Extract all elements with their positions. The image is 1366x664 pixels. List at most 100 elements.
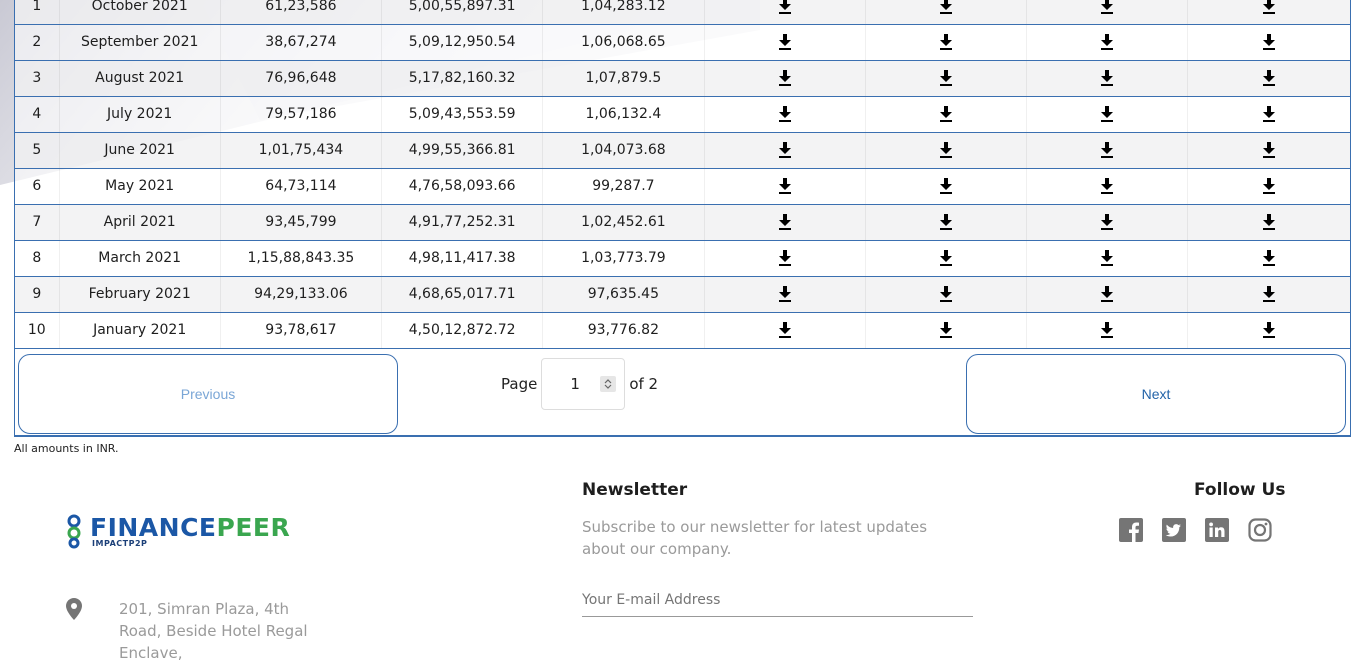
- amount-cell-2: 4,76,58,093.66: [381, 168, 544, 205]
- download-icon[interactable]: [1100, 70, 1114, 86]
- download-icon[interactable]: [778, 322, 792, 338]
- download-icon[interactable]: [1262, 106, 1276, 122]
- download-icon[interactable]: [939, 142, 953, 158]
- company-address: 201, Simran Plaza, 4th Road, Beside Hote…: [119, 600, 308, 662]
- download-cell: [1187, 312, 1350, 349]
- download-icon[interactable]: [1262, 286, 1276, 302]
- download-cell: [1187, 0, 1350, 25]
- table-row: 7 April 2021 93,45,799 4,91,77,252.31 1,02,4…: [15, 204, 1350, 241]
- month-cell: August 2021: [59, 60, 221, 97]
- download-icon[interactable]: [1100, 322, 1114, 338]
- download-icon[interactable]: [1262, 214, 1276, 230]
- amount-cell-1: 79,57,186: [220, 96, 383, 133]
- download-icon[interactable]: [1262, 34, 1276, 50]
- table-row: 10 January 2021 93,78,617 4,50,12,872.72 93,…: [15, 312, 1350, 349]
- newsletter-email-input[interactable]: [582, 584, 973, 617]
- download-icon[interactable]: [778, 0, 792, 14]
- download-icon[interactable]: [1262, 142, 1276, 158]
- download-icon[interactable]: [778, 34, 792, 50]
- amount-cell-3: 1,04,073.68: [542, 132, 705, 169]
- download-icon[interactable]: [1100, 142, 1114, 158]
- download-cell: [865, 276, 1027, 313]
- download-cell: [1187, 96, 1350, 133]
- download-icon[interactable]: [1262, 70, 1276, 86]
- download-icon[interactable]: [778, 250, 792, 266]
- download-icon[interactable]: [778, 178, 792, 194]
- download-icon[interactable]: [1100, 34, 1114, 50]
- amount-cell-2: 4,50,12,872.72: [381, 312, 544, 349]
- download-icon[interactable]: [939, 0, 953, 14]
- download-icon[interactable]: [1262, 0, 1276, 14]
- download-cell: [865, 60, 1027, 97]
- download-cell: [865, 312, 1027, 349]
- row-number: 2: [15, 24, 60, 61]
- month-cell: June 2021: [59, 132, 221, 169]
- download-icon[interactable]: [939, 214, 953, 230]
- month-cell: April 2021: [59, 204, 221, 241]
- amount-cell-1: 93,78,617: [220, 312, 383, 349]
- download-icon[interactable]: [939, 34, 953, 50]
- download-icon[interactable]: [939, 250, 953, 266]
- download-icon[interactable]: [1262, 178, 1276, 194]
- next-button[interactable]: Next: [966, 353, 1346, 434]
- download-icon[interactable]: [1100, 250, 1114, 266]
- financepeer-logo-icon: [67, 514, 81, 549]
- download-cell: [704, 312, 866, 349]
- download-icon[interactable]: [1262, 250, 1276, 266]
- download-cell: [1026, 312, 1189, 349]
- twitter-icon[interactable]: [1162, 518, 1186, 542]
- download-icon[interactable]: [1100, 286, 1114, 302]
- download-icon[interactable]: [778, 214, 792, 230]
- download-icon[interactable]: [778, 286, 792, 302]
- download-cell: [704, 168, 866, 205]
- download-icon[interactable]: [939, 70, 953, 86]
- table-row: 1 October 2021 61,23,586 5,00,55,897.31 1,04…: [15, 0, 1350, 25]
- instagram-icon[interactable]: [1248, 518, 1272, 542]
- download-icon[interactable]: [939, 178, 953, 194]
- row-number: 4: [15, 96, 60, 133]
- download-icon[interactable]: [778, 142, 792, 158]
- download-icon[interactable]: [1100, 214, 1114, 230]
- download-cell: [865, 240, 1027, 277]
- page-number-input[interactable]: 1: [541, 357, 626, 410]
- amount-cell-1: 76,96,648: [220, 60, 383, 97]
- table-row: 8 March 2021 1,15,88,843.35 4,98,11,417.38 1…: [15, 240, 1350, 277]
- download-cell: [704, 0, 866, 25]
- download-icon[interactable]: [1100, 0, 1114, 14]
- download-cell: [865, 24, 1027, 61]
- amount-cell-3: 99,287.7: [542, 168, 705, 205]
- download-cell: [1187, 168, 1350, 205]
- download-cell: [1026, 168, 1189, 205]
- download-icon[interactable]: [1100, 106, 1114, 122]
- newsletter-description: Subscribe to our newsletter for latest u…: [582, 518, 928, 558]
- download-cell: [1026, 204, 1189, 241]
- amount-cell-2: 4,98,11,417.38: [381, 240, 544, 277]
- linkedin-icon[interactable]: [1205, 518, 1229, 542]
- download-cell: [704, 240, 866, 277]
- download-cell: [1187, 60, 1350, 97]
- table-row: 5 June 2021 1,01,75,434 4,99,55,366.81 1,04,…: [15, 132, 1350, 169]
- amount-cell-1: 93,45,799: [220, 204, 383, 241]
- download-icon[interactable]: [778, 106, 792, 122]
- table-row: 4 July 2021 79,57,186 5,09,43,553.59 1,06,13…: [15, 96, 1350, 133]
- download-cell: [704, 24, 866, 61]
- download-icon[interactable]: [939, 286, 953, 302]
- previous-button[interactable]: Previous: [18, 353, 398, 434]
- download-icon[interactable]: [939, 106, 953, 122]
- currency-note: All amounts in INR.: [14, 442, 119, 455]
- facebook-icon[interactable]: [1119, 518, 1143, 542]
- download-icon[interactable]: [778, 70, 792, 86]
- month-cell: February 2021: [59, 276, 221, 313]
- download-cell: [865, 132, 1027, 169]
- page-spinner-icon[interactable]: [600, 375, 617, 392]
- newsletter-title: Newsletter: [582, 480, 688, 500]
- download-icon[interactable]: [1262, 322, 1276, 338]
- page-number-value: 1: [570, 374, 580, 393]
- row-number: 3: [15, 60, 60, 97]
- page-label: Page: [501, 374, 538, 393]
- download-icon[interactable]: [1100, 178, 1114, 194]
- amount-cell-3: 1,06,132.4: [542, 96, 705, 133]
- download-cell: [1026, 96, 1189, 133]
- download-cell: [1187, 276, 1350, 313]
- download-icon[interactable]: [939, 322, 953, 338]
